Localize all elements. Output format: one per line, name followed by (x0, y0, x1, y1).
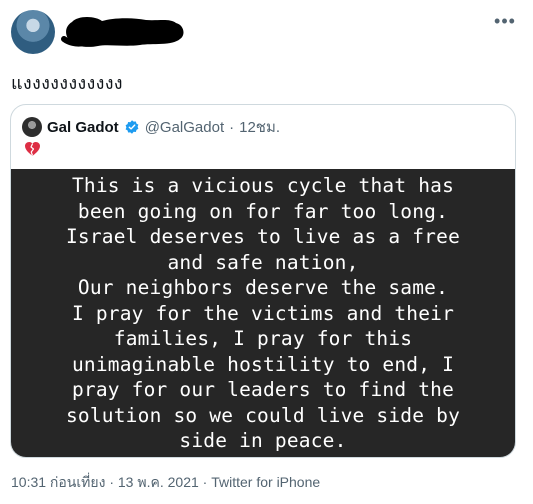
quoted-tweet-header: Gal Gadot @GalGadot · 12ชม. (22, 117, 280, 137)
verified-badge-icon (125, 120, 139, 134)
quoted-author-avatar (22, 117, 42, 137)
more-icon: ••• (494, 10, 516, 31)
broken-heart-icon (25, 142, 40, 156)
tweet-metadata: 10:31 ก่อนเที่ยง · 13 พ.ค. 2021 · Twitte… (11, 472, 320, 494)
tweet-time[interactable]: 10:31 ก่อนเที่ยง (11, 474, 105, 490)
statement-text: This is a vicious cycle that has been go… (65, 174, 461, 453)
author-avatar[interactable] (11, 10, 55, 54)
tweet-text: แงงงงงงงงงงง (11, 73, 123, 94)
tweet-date[interactable]: 13 พ.ค. 2021 (118, 474, 199, 490)
quoted-tweet-time[interactable]: 12ชม. (239, 115, 280, 139)
quoted-author-handle: @GalGadot (144, 118, 225, 136)
quoted-author-name: Gal Gadot (47, 118, 119, 136)
more-options-button[interactable]: ••• (491, 10, 519, 32)
tweet-source-link[interactable]: Twitter for iPhone (211, 474, 320, 490)
redacted-author-name (61, 17, 184, 47)
separator-dot: · (229, 118, 235, 136)
meta-separator-dot: · (202, 474, 208, 490)
quoted-tweet-card[interactable]: Gal Gadot @GalGadot · 12ชม. This is a vi… (10, 104, 516, 458)
statement-image[interactable]: This is a vicious cycle that has been go… (11, 169, 515, 457)
meta-separator-dot: · (109, 474, 114, 490)
